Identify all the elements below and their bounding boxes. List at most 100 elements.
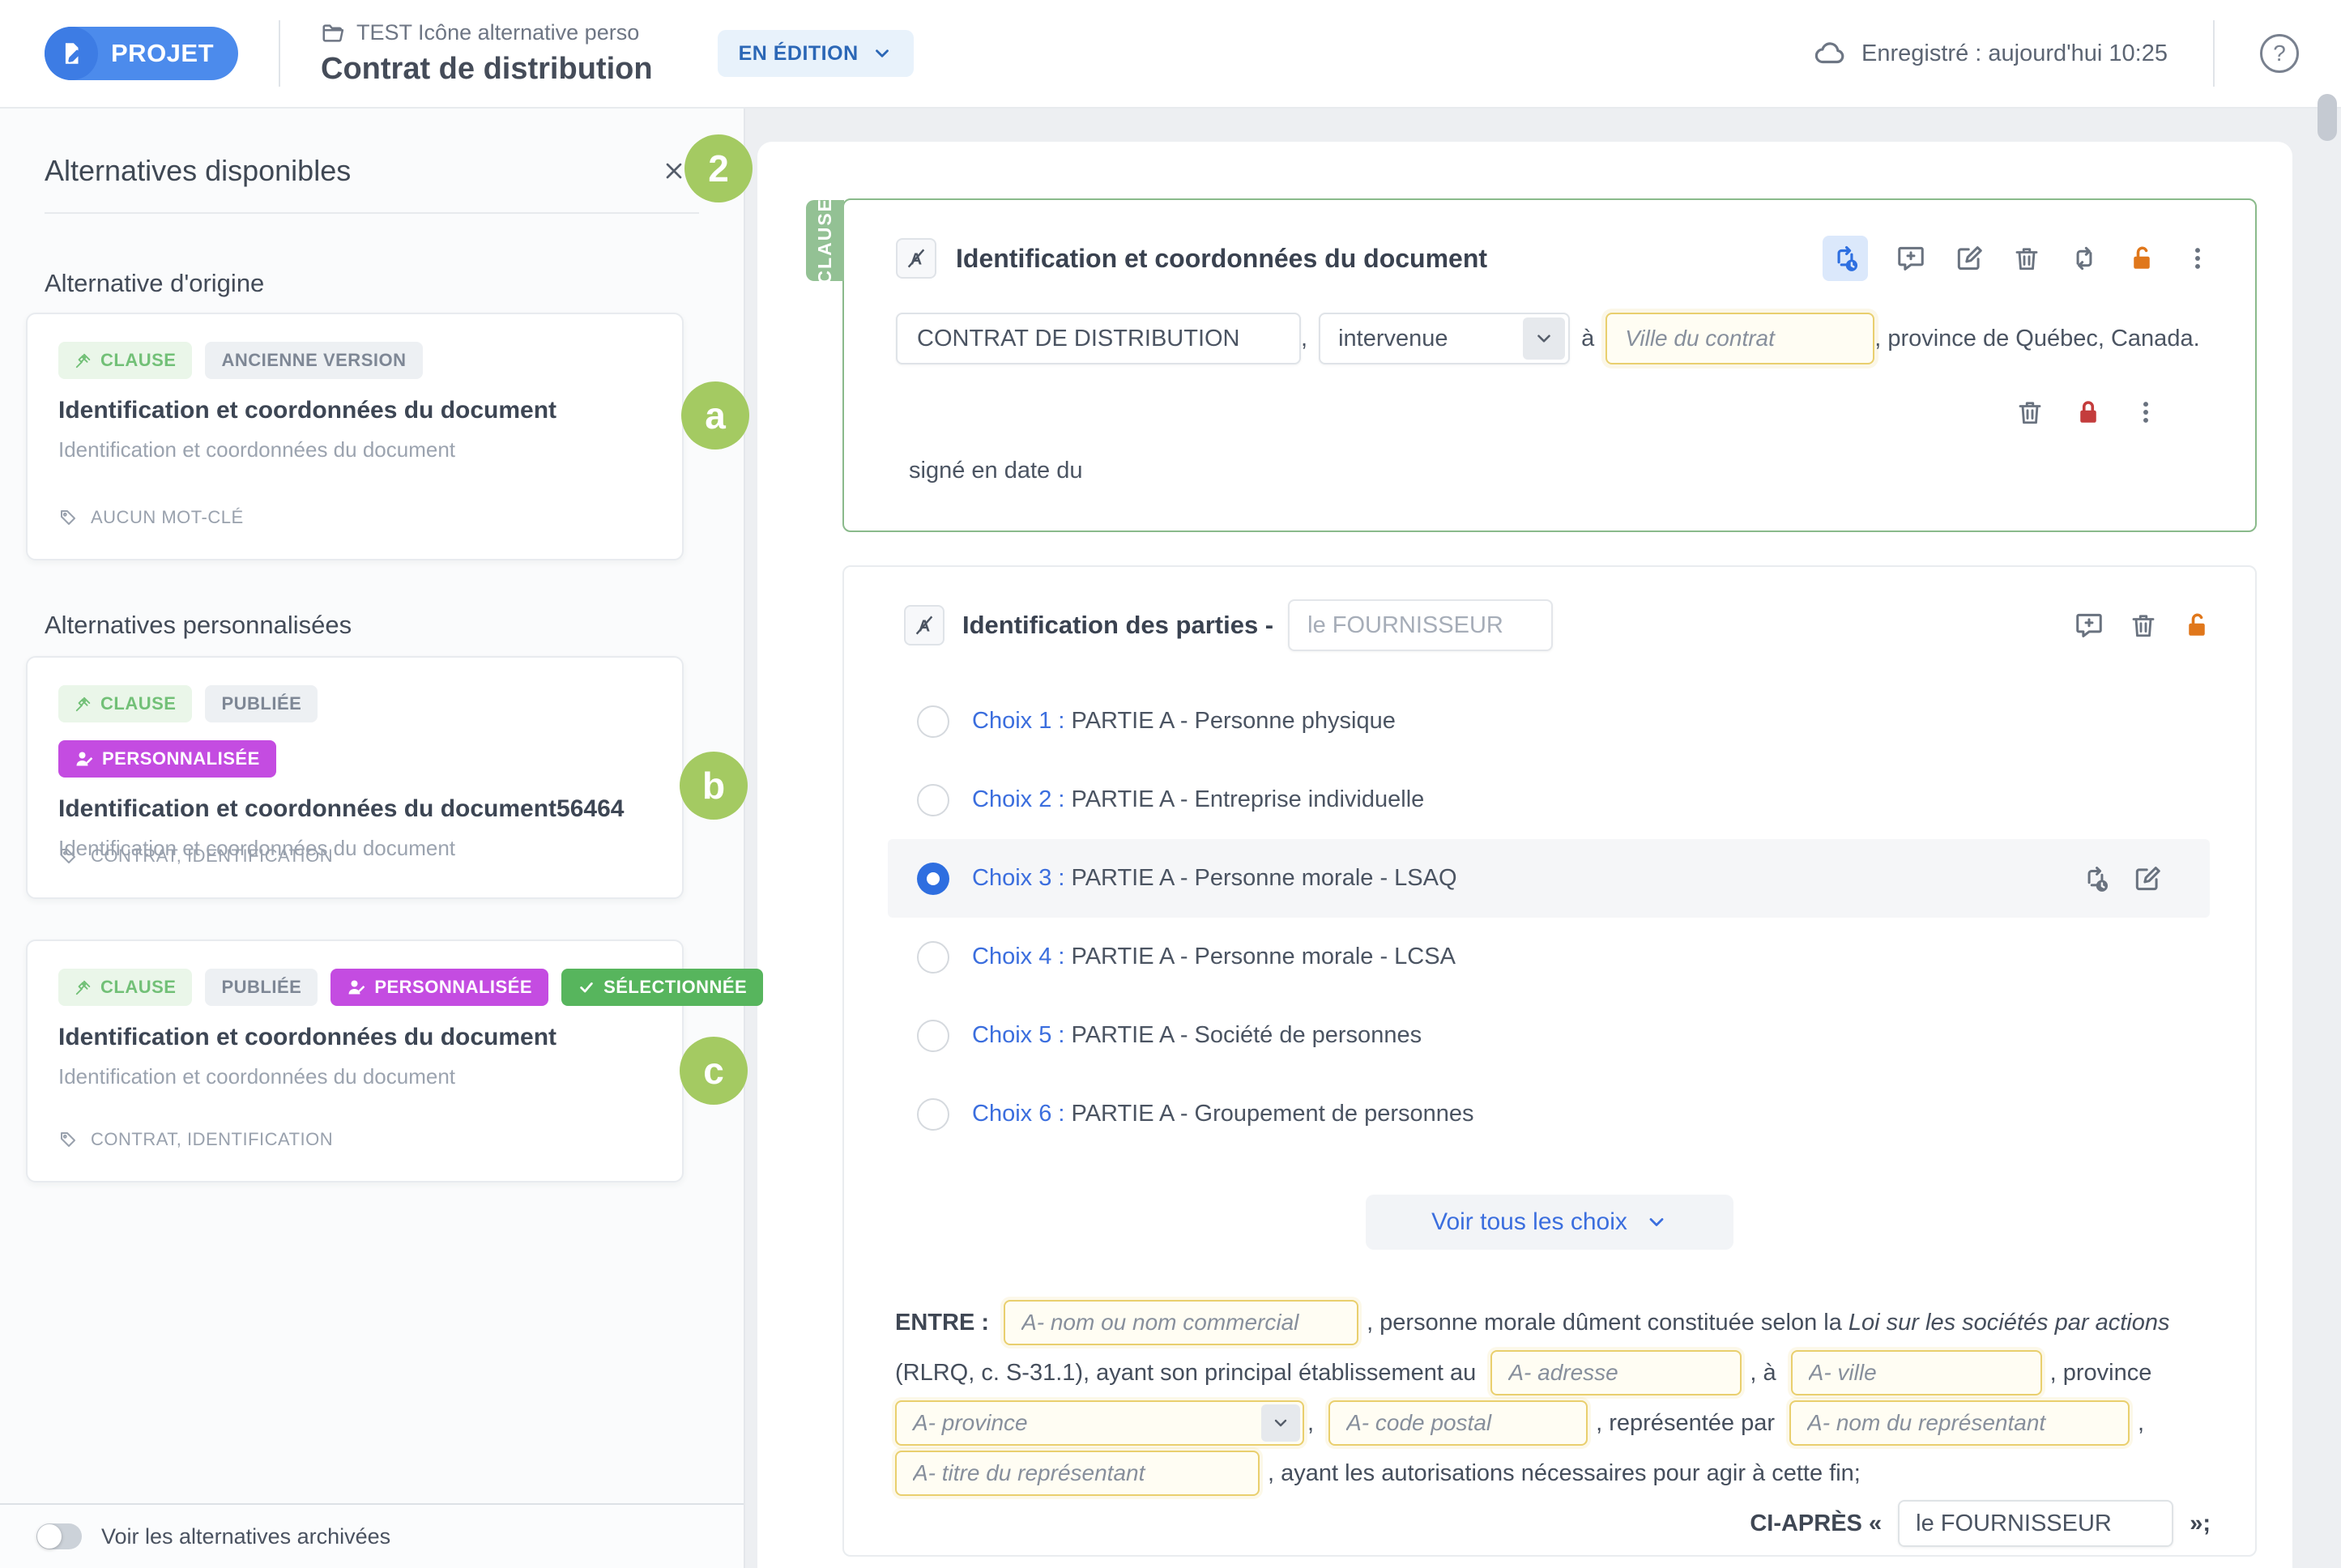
swap-icon[interactable] xyxy=(2069,243,2100,274)
divider xyxy=(45,212,699,214)
choice-row-5[interactable]: Choix 5 : PARTIE A - Société de personne… xyxy=(888,996,2210,1075)
annotation-marker-b: b xyxy=(680,752,748,820)
alternative-card-origin[interactable]: CLAUSE ANCIENNE VERSION Identification e… xyxy=(26,313,684,560)
choice-row-1[interactable]: Choix 1 : PARTIE A - Personne physique xyxy=(888,682,2210,761)
keywords-label: AUCUN MOT-CLÉ xyxy=(91,507,244,528)
ci-apres-field[interactable] xyxy=(1898,1500,2173,1547)
ci-apres-prefix: CI-APRÈS « xyxy=(1750,1510,1888,1537)
address-field[interactable] xyxy=(1490,1350,1742,1395)
archived-toggle[interactable] xyxy=(36,1523,82,1549)
law-reference-italic: Loi sur les sociétés par actions xyxy=(1848,1310,2170,1336)
trash-icon[interactable] xyxy=(2129,611,2158,640)
chevron-down-icon xyxy=(1645,1211,1668,1234)
origin-section-title: Alternative d'origine xyxy=(45,269,744,298)
annotation-marker-c: c xyxy=(680,1037,748,1105)
lock-open-icon[interactable] xyxy=(2127,244,2156,273)
clause-badge: CLAUSE xyxy=(58,685,192,722)
breadcrumb[interactable]: TEST Icône alternative perso xyxy=(321,20,653,45)
choice-row-2[interactable]: Choix 2 : PARTIE A - Entreprise individu… xyxy=(888,761,2210,839)
choices-list: Choix 1 : PARTIE A - Personne physique C… xyxy=(888,682,2210,1153)
published-badge: PUBLIÉE xyxy=(205,969,318,1006)
see-all-choices-button[interactable]: Voir tous les choix xyxy=(1366,1195,1733,1250)
person-edit-icon xyxy=(347,978,366,997)
scrollbar-thumb[interactable] xyxy=(2318,94,2337,141)
radio-choice-2[interactable] xyxy=(917,784,949,816)
annotation-marker-a: a xyxy=(681,381,749,450)
annotation-marker-2: 2 xyxy=(684,134,753,202)
keywords-row: AUCUN MOT-CLÉ xyxy=(58,507,244,528)
trash-icon[interactable] xyxy=(2015,398,2045,427)
radio-choice-1[interactable] xyxy=(917,705,949,738)
keywords-row: CONTRAT, IDENTIFICATION xyxy=(58,846,333,867)
alternative-title: Identification et coordonnées du documen… xyxy=(58,397,651,424)
close-icon[interactable] xyxy=(661,158,687,184)
company-name-field[interactable] xyxy=(1004,1300,1358,1345)
breadcrumb-label: TEST Icône alternative perso xyxy=(356,20,639,45)
entre-label: ENTRE : xyxy=(895,1310,996,1336)
city-field[interactable] xyxy=(1791,1350,2042,1395)
keywords-label: CONTRAT, IDENTIFICATION xyxy=(91,1129,333,1150)
choice-row-4[interactable]: Choix 4 : PARTIE A - Personne morale - L… xyxy=(888,918,2210,996)
alternative-subtitle: Identification et coordonnées du documen… xyxy=(58,1064,651,1089)
radio-choice-3[interactable] xyxy=(917,863,949,895)
status-label: EN ÉDITION xyxy=(739,42,859,66)
save-status: Enregistré : aujourd'hui 10:25 xyxy=(1813,36,2168,70)
intervenue-select[interactable]: intervenue xyxy=(1319,313,1570,364)
radio-choice-5[interactable] xyxy=(917,1020,949,1052)
postal-code-field[interactable] xyxy=(1328,1400,1588,1446)
gavel-icon xyxy=(75,352,92,369)
archived-toggle-label: Voir les alternatives archivées xyxy=(101,1524,390,1549)
choice-row-3[interactable]: Choix 3 : PARTIE A - Personne morale - L… xyxy=(888,839,2210,918)
alternatives-history-icon[interactable] xyxy=(2080,863,2111,894)
tag-icon xyxy=(58,846,78,866)
keywords-row: CONTRAT, IDENTIFICATION xyxy=(58,1129,333,1150)
alternative-card-custom-1[interactable]: CLAUSE PUBLIÉE PERSONNALISÉE Identificat… xyxy=(26,656,684,899)
alternatives-history-icon[interactable] xyxy=(1823,236,1868,281)
personalized-badge: PERSONNALISÉE xyxy=(330,969,548,1006)
app-header: PROJET TEST Icône alternative perso Cont… xyxy=(0,0,2341,109)
save-status-label: Enregistré : aujourd'hui 10:25 xyxy=(1861,40,2168,67)
party-name-field[interactable] xyxy=(1288,599,1553,651)
lock-open-icon[interactable] xyxy=(2182,611,2211,640)
header-divider xyxy=(279,20,280,87)
tag-icon xyxy=(58,1130,78,1149)
document-block: TEST Icône alternative perso Contrat de … xyxy=(321,20,653,87)
edit-icon[interactable] xyxy=(1954,243,1985,274)
document-edit-icon xyxy=(45,27,98,80)
clause-badge: CLAUSE xyxy=(58,342,192,379)
text-format-icon[interactable]: A xyxy=(896,238,936,279)
alternative-card-custom-2[interactable]: CLAUSE PUBLIÉE PERSONNALISÉE xyxy=(26,940,684,1182)
representative-name-field[interactable] xyxy=(1789,1400,2130,1446)
representative-title-field[interactable] xyxy=(895,1451,1260,1496)
radio-choice-4[interactable] xyxy=(917,941,949,974)
signed-date-text: signé en date du xyxy=(909,458,1082,484)
document-title-field[interactable] xyxy=(896,313,1301,364)
cloud-icon xyxy=(1813,36,1847,70)
kebab-menu-icon[interactable] xyxy=(2184,245,2211,272)
clause-card-identification-parties: A Identification des parties - xyxy=(842,565,2257,1557)
help-icon[interactable]: ? xyxy=(2260,34,2299,73)
header-divider xyxy=(2213,20,2215,87)
check-icon xyxy=(578,978,595,996)
personalized-badge: PERSONNALISÉE xyxy=(58,740,276,778)
add-comment-icon[interactable] xyxy=(2074,610,2104,641)
province-select[interactable]: A- province xyxy=(895,1400,1304,1446)
add-comment-icon[interactable] xyxy=(1895,243,1926,274)
radio-choice-6[interactable] xyxy=(917,1098,949,1131)
tail-text: , province de Québec, Canada. xyxy=(1874,326,2199,352)
published-badge: PUBLIÉE xyxy=(205,685,318,722)
alternative-subtitle: Identification et coordonnées du documen… xyxy=(58,437,651,462)
chevron-down-icon xyxy=(1261,1404,1300,1442)
document-panel: CLAUSE A Identification et coordonnées d… xyxy=(757,142,2292,1568)
lock-closed-icon[interactable] xyxy=(2074,398,2103,427)
choice-row-6[interactable]: Choix 6 : PARTIE A - Groupement de perso… xyxy=(888,1075,2210,1153)
projet-badge[interactable]: PROJET xyxy=(45,27,238,80)
kebab-menu-icon[interactable] xyxy=(2132,398,2160,426)
status-badge[interactable]: EN ÉDITION xyxy=(718,30,914,77)
trash-icon[interactable] xyxy=(2012,244,2041,273)
clause-badge: CLAUSE xyxy=(58,969,192,1006)
alternative-title: Identification et coordonnées du documen… xyxy=(58,1024,651,1051)
city-field[interactable] xyxy=(1605,313,1874,364)
edit-icon[interactable] xyxy=(2132,863,2163,894)
text-format-icon[interactable]: A xyxy=(904,605,945,646)
